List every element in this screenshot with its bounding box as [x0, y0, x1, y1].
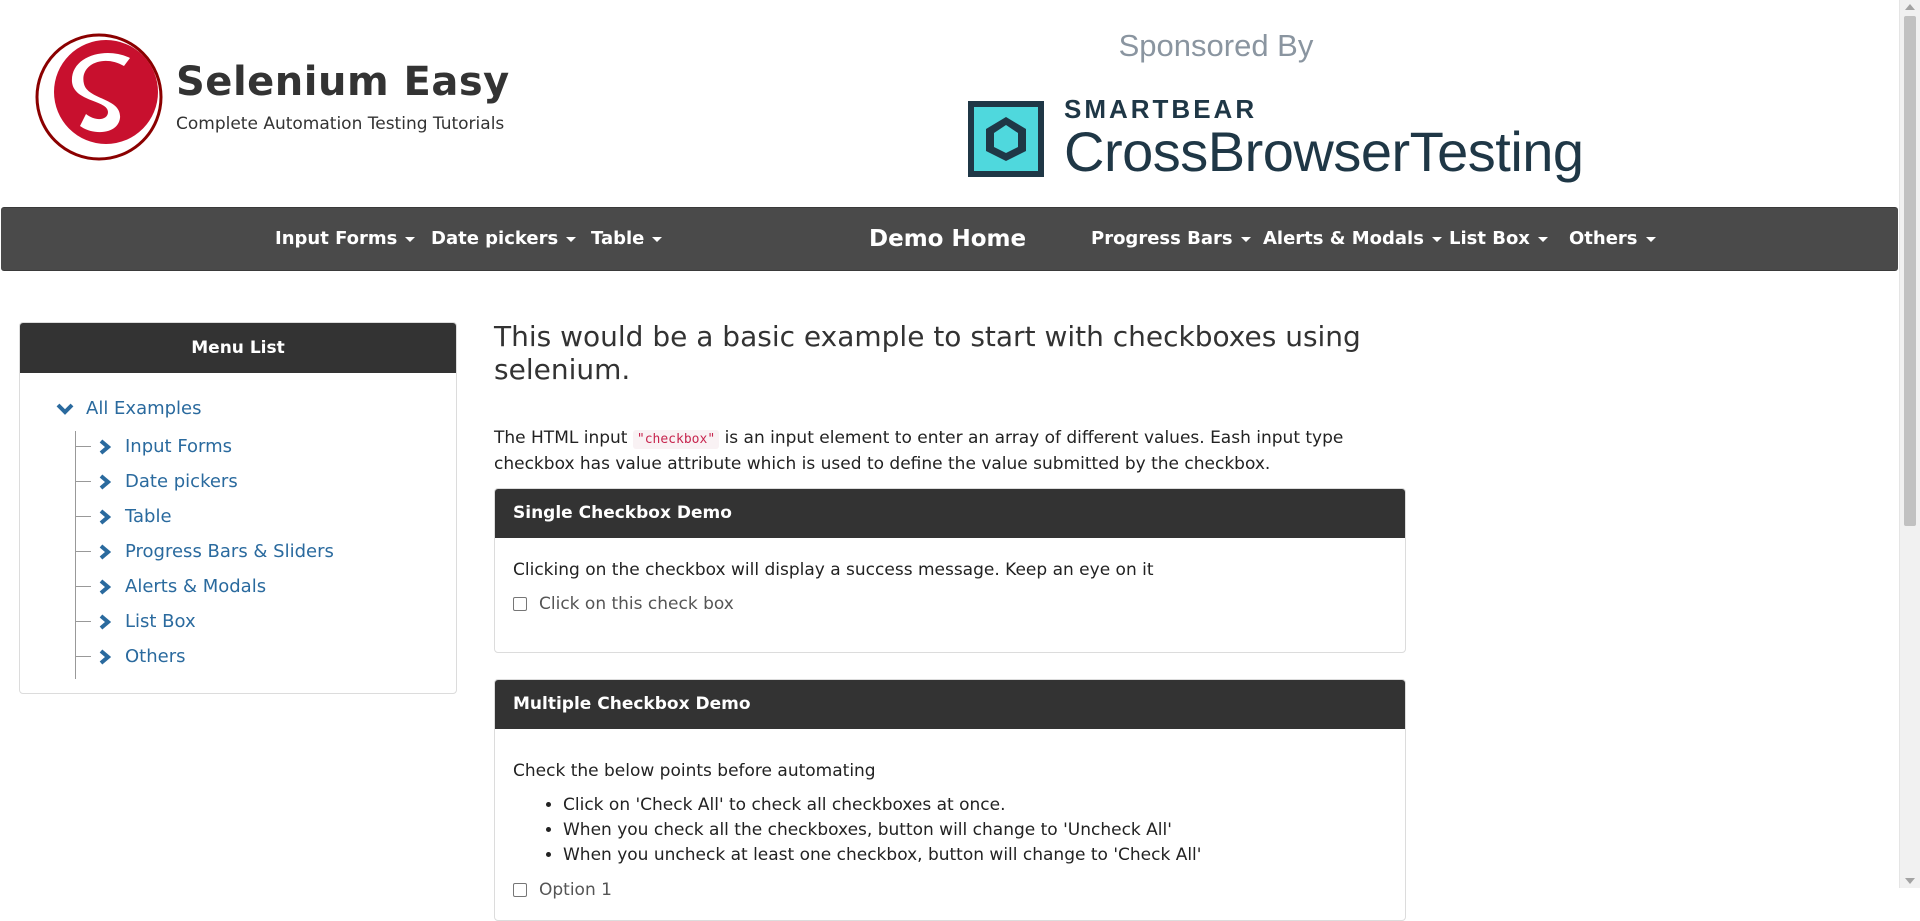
menu-list-title: Menu List: [20, 323, 456, 373]
scroll-up-icon[interactable]: [1905, 4, 1915, 10]
multiple-checkbox-title: Multiple Checkbox Demo: [495, 680, 1405, 729]
chevron-right-icon: [99, 543, 111, 560]
chevron-right-icon: [99, 648, 111, 665]
checkbox-code-snippet: "checkbox": [632, 430, 720, 449]
menu-list-panel: Menu List All Examples Input Forms Date …: [19, 322, 457, 694]
single-checkbox-title: Single Checkbox Demo: [495, 489, 1405, 538]
instructions-list: Click on 'Check All' to check all checkb…: [513, 793, 1387, 868]
single-checkbox-description: Clicking on the checkbox will display a …: [513, 560, 1154, 580]
chevron-right-icon: [99, 438, 111, 455]
intro-paragraph: The HTML input "checkbox" is an input el…: [494, 428, 1344, 474]
site-header: Selenium Easy Complete Automation Testin…: [0, 0, 1900, 206]
caret-down-icon: [1537, 236, 1548, 242]
page-title: This would be a basic example to start w…: [494, 320, 1361, 386]
selenium-easy-logo-icon: [35, 33, 163, 161]
sidebar-item-list-box[interactable]: List Box: [75, 604, 196, 639]
chevron-right-icon: [99, 578, 111, 595]
scroll-thumb[interactable]: [1904, 16, 1916, 526]
list-item: When you uncheck at least one checkbox, …: [563, 843, 1387, 868]
sidebar-item-date-pickers[interactable]: Date pickers: [75, 464, 238, 499]
single-checkbox-row[interactable]: Click on this check box: [513, 594, 1387, 614]
sidebar-item-others[interactable]: Others: [75, 639, 186, 674]
page-scrollbar[interactable]: [1899, 0, 1920, 888]
nav-list-box[interactable]: List Box: [1449, 208, 1548, 270]
brand-subtitle: Complete Automation Testing Tutorials: [176, 114, 505, 134]
chevron-down-icon: [56, 403, 74, 415]
caret-down-icon: [405, 236, 416, 242]
caret-down-icon: [1240, 236, 1251, 242]
main-content: This would be a basic example to start w…: [494, 320, 1406, 921]
caret-down-icon: [1431, 236, 1442, 242]
option-1-row[interactable]: Option 1: [513, 880, 1387, 900]
sponsor-label: Sponsored By: [1118, 28, 1314, 63]
sponsor-block: Sponsored By SMARTBEAR CrossBrowserTesti…: [966, 28, 1586, 182]
scroll-down-icon[interactable]: [1905, 878, 1915, 884]
single-checkbox[interactable]: [513, 597, 527, 611]
sidebar-item-alerts-modals[interactable]: Alerts & Modals: [75, 569, 266, 604]
multiple-checkbox-description: Check the below points before automating: [513, 761, 876, 781]
sponsor-company-big: CrossBrowserTesting: [1064, 120, 1584, 183]
nav-table[interactable]: Table: [591, 208, 663, 270]
caret-down-icon: [566, 236, 577, 242]
sidebar-item-table[interactable]: Table: [75, 499, 172, 534]
nav-alerts-modals[interactable]: Alerts & Modals: [1263, 208, 1442, 270]
brand-logo[interactable]: Selenium Easy Complete Automation Testin…: [34, 32, 510, 162]
crossbrowsertesting-logo-icon: [968, 101, 1044, 177]
brand-title: Selenium Easy: [176, 59, 510, 105]
option-1-checkbox[interactable]: [513, 883, 527, 897]
nav-progress-bars[interactable]: Progress Bars: [1091, 208, 1251, 270]
chevron-right-icon: [99, 473, 111, 490]
sponsor-company-small: SMARTBEAR: [1064, 94, 1258, 124]
list-item: Click on 'Check All' to check all checkb…: [563, 793, 1387, 818]
top-navbar: Input Forms Date pickers Table Demo Home…: [1, 207, 1898, 271]
list-item: When you check all the checkboxes, butto…: [563, 818, 1387, 843]
sidebar-item-progress-bars[interactable]: Progress Bars & Sliders: [75, 534, 334, 569]
nav-others[interactable]: Others: [1569, 208, 1656, 270]
caret-down-icon: [652, 236, 663, 242]
tree-root-all-examples[interactable]: All Examples: [56, 398, 202, 419]
chevron-right-icon: [99, 613, 111, 630]
nav-date-pickers[interactable]: Date pickers: [431, 208, 577, 270]
multiple-checkbox-panel: Multiple Checkbox Demo Check the below p…: [494, 679, 1406, 921]
single-checkbox-panel: Single Checkbox Demo Clicking on the che…: [494, 488, 1406, 653]
nav-input-forms[interactable]: Input Forms: [275, 208, 416, 270]
chevron-right-icon: [99, 508, 111, 525]
sidebar-item-input-forms[interactable]: Input Forms: [75, 429, 232, 464]
option-1-label: Option 1: [539, 880, 612, 900]
nav-demo-home[interactable]: Demo Home: [869, 208, 1026, 270]
single-checkbox-label: Click on this check box: [539, 594, 734, 614]
caret-down-icon: [1645, 236, 1656, 242]
sponsor-banner[interactable]: SMARTBEAR CrossBrowserTesting: [966, 96, 1586, 182]
